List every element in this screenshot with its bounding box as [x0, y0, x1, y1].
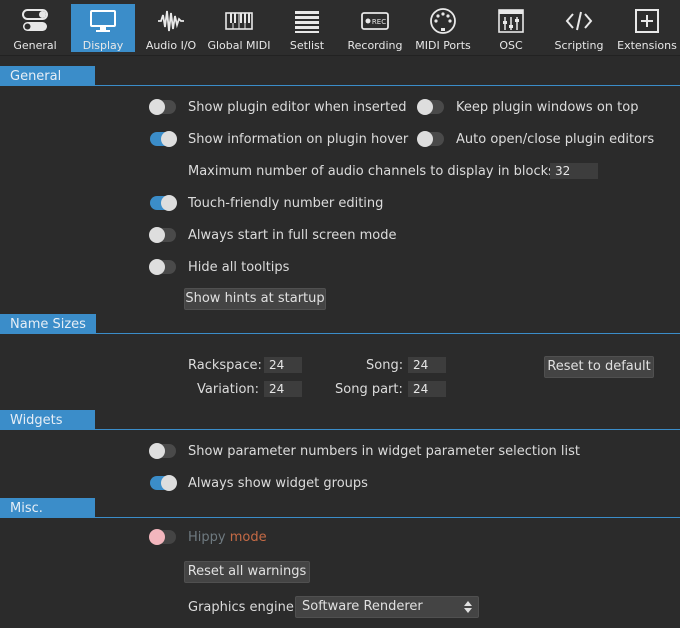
- song-part-size-input[interactable]: 24: [408, 381, 446, 397]
- monitor-icon: [71, 7, 135, 37]
- hippy-mode-toggle[interactable]: [149, 529, 176, 545]
- updown-arrows-icon: [464, 601, 472, 613]
- tab-label: OSC: [499, 39, 523, 52]
- tab-extensions[interactable]: Extensions: [614, 4, 680, 52]
- svg-text:REC: REC: [372, 18, 386, 26]
- touch-friendly-label: Touch-friendly number editing: [188, 196, 384, 211]
- touch-friendly-toggle[interactable]: [150, 195, 177, 211]
- keep-plugin-windows-toggle[interactable]: [417, 99, 444, 115]
- tab-label: Setlist: [289, 39, 325, 52]
- widget-groups-toggle[interactable]: [150, 475, 177, 491]
- section-divider: [0, 429, 680, 430]
- tab-label: MIDI Ports: [415, 39, 471, 52]
- max-channels-input[interactable]: 32: [550, 163, 598, 179]
- code-icon: [546, 7, 612, 37]
- toggles-icon: [0, 7, 70, 37]
- tab-label: Audio I/O: [145, 39, 197, 52]
- variation-label: Variation:: [197, 382, 260, 397]
- reset-all-warnings-button[interactable]: Reset all warnings: [184, 561, 310, 583]
- section-divider: [0, 333, 680, 334]
- tab-label: Global MIDI: [207, 39, 271, 52]
- tab-label: Extensions: [617, 39, 677, 52]
- param-numbers-toggle[interactable]: [149, 443, 176, 459]
- section-header-widgets: Widgets: [0, 410, 680, 430]
- section-title: Widgets: [0, 410, 95, 430]
- tab-scripting[interactable]: Scripting: [546, 4, 612, 52]
- tab-setlist[interactable]: Setlist: [274, 4, 340, 52]
- midi-port-icon: [410, 7, 476, 37]
- rec-icon: REC: [342, 7, 408, 37]
- tab-osc[interactable]: OSC: [478, 4, 544, 52]
- graphics-engine-value: Software Renderer: [302, 599, 423, 614]
- show-info-hover-toggle[interactable]: [150, 131, 177, 147]
- song-part-label: Song part:: [335, 382, 403, 397]
- song-size-input[interactable]: 24: [408, 357, 446, 373]
- section-title: Name Sizes: [0, 314, 96, 334]
- hide-tooltips-toggle[interactable]: [149, 259, 176, 275]
- show-info-hover-label: Show information on plugin hover: [188, 132, 409, 147]
- show-hints-button[interactable]: Show hints at startup: [184, 288, 326, 310]
- tab-midi-ports[interactable]: MIDI Ports: [410, 4, 476, 52]
- max-channels-label: Maximum number of audio channels to disp…: [188, 164, 555, 179]
- section-divider: [0, 517, 680, 518]
- section-title: Misc.: [0, 498, 95, 518]
- show-plugin-editor-toggle[interactable]: [149, 99, 176, 115]
- keyboard-icon: [206, 7, 272, 37]
- section-title: General: [0, 66, 95, 86]
- tab-general[interactable]: General: [0, 4, 70, 52]
- plus-box-icon: [614, 7, 680, 37]
- reset-to-default-button[interactable]: Reset to default: [544, 356, 654, 378]
- widget-groups-label: Always show widget groups: [188, 476, 368, 491]
- preferences-toolbar: General Display Audio I/O Global MIDI Se…: [0, 0, 680, 56]
- full-screen-toggle[interactable]: [149, 227, 176, 243]
- list-icon: [274, 7, 340, 37]
- tab-label: Recording: [347, 39, 403, 52]
- rackspace-label: Rackspace:: [188, 358, 262, 373]
- section-header-general: General: [0, 66, 680, 86]
- param-numbers-label: Show parameter numbers in widget paramet…: [188, 444, 580, 459]
- tab-audio-io[interactable]: Audio I/O: [138, 4, 204, 52]
- graphics-engine-select[interactable]: Software Renderer: [295, 596, 479, 618]
- osc-icon: [478, 7, 544, 37]
- variation-size-input[interactable]: 24: [264, 381, 302, 397]
- mode-word: mode: [229, 530, 267, 545]
- tab-label: Scripting: [554, 39, 604, 52]
- hippy-mode-label: Hippy mode: [188, 530, 267, 546]
- song-label: Song:: [366, 358, 404, 373]
- tab-label: Display: [82, 39, 124, 52]
- full-screen-label: Always start in full screen mode: [188, 228, 397, 243]
- tab-global-midi[interactable]: Global MIDI: [206, 4, 272, 52]
- tab-label: General: [13, 39, 57, 52]
- show-plugin-editor-label: Show plugin editor when inserted: [188, 100, 407, 115]
- keep-plugin-windows-label: Keep plugin windows on top: [456, 100, 639, 115]
- section-divider: [0, 85, 680, 86]
- tab-recording[interactable]: REC Recording: [342, 4, 408, 52]
- section-header-name-sizes: Name Sizes: [0, 314, 680, 334]
- rackspace-size-input[interactable]: 24: [264, 357, 302, 373]
- waveform-icon: [138, 7, 204, 37]
- hippy-word: Hippy: [188, 530, 226, 545]
- tab-display[interactable]: Display: [71, 4, 135, 52]
- graphics-engine-label: Graphics engine: [188, 600, 294, 615]
- section-header-misc: Misc.: [0, 498, 680, 518]
- hide-tooltips-label: Hide all tooltips: [188, 260, 290, 275]
- auto-open-close-label: Auto open/close plugin editors: [456, 132, 655, 147]
- auto-open-close-toggle[interactable]: [417, 131, 444, 147]
